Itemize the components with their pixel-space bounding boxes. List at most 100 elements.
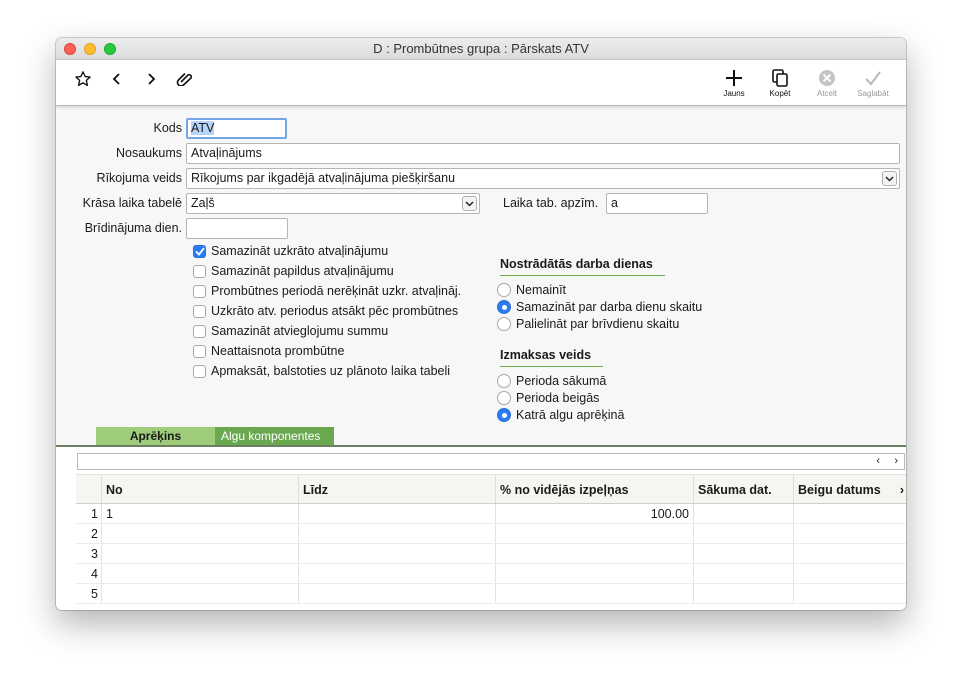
cell-lidz[interactable]: [299, 524, 496, 543]
row-number: 1: [76, 504, 102, 523]
table-row[interactable]: 4: [76, 564, 906, 584]
nostradatas-title: Nostrādātās darba dienas: [500, 257, 665, 276]
checkbox-samazinat-papildus[interactable]: Samazināt papildus atvaļinājumu: [193, 264, 394, 278]
tab-algu-komponentes[interactable]: Algu komponentes: [215, 427, 334, 446]
horizontal-scrollbar[interactable]: ‹ ›: [77, 453, 905, 470]
cell-beigu[interactable]: [794, 524, 906, 543]
radio-label: Perioda sākumā: [516, 374, 607, 388]
izmaksas-title: Izmaksas veids: [500, 348, 604, 367]
checkbox-checked-icon: [193, 244, 206, 258]
radio-perioda-sakuma[interactable]: Perioda sākumā: [497, 374, 606, 388]
cell-beigu[interactable]: [794, 564, 906, 583]
close-window-button[interactable]: [64, 43, 76, 55]
column-header-beigu[interactable]: Beigu datums ›: [794, 475, 906, 503]
cell-beigu[interactable]: [794, 584, 906, 603]
cell-no[interactable]: [102, 524, 299, 543]
checkbox-apmaksat[interactable]: Apmaksāt, balstoties uz plānoto laika ta…: [193, 364, 450, 378]
new-button[interactable]: Jauns: [714, 68, 754, 98]
radio-samazinat-darba[interactable]: Samazināt par darba dienu skaitu: [497, 300, 702, 314]
cell-lidz[interactable]: [299, 544, 496, 563]
cell-beigu[interactable]: [794, 504, 906, 523]
paperclip-icon[interactable]: [174, 68, 196, 90]
cell-pct[interactable]: 100.00: [496, 504, 694, 523]
column-header-no[interactable]: No: [102, 475, 299, 503]
cell-sakuma[interactable]: [694, 564, 794, 583]
radio-icon: [497, 283, 511, 297]
tab-content: ‹ › No Līdz % no vidējās izpeļņas Sākuma…: [56, 447, 906, 610]
cell-no[interactable]: [102, 564, 299, 583]
bridinajuma-input[interactable]: [186, 218, 288, 239]
radio-nemainit[interactable]: Nemainīt: [497, 283, 566, 297]
cancel-button[interactable]: Atcelt: [807, 68, 847, 98]
kods-input[interactable]: ATV: [186, 118, 287, 139]
radio-katra-aprekina[interactable]: Katrā algu aprēķinā: [497, 408, 624, 422]
row-number: 2: [76, 524, 102, 543]
checkbox-label: Apmaksāt, balstoties uz plānoto laika ta…: [211, 364, 451, 378]
zoom-window-button[interactable]: [104, 43, 116, 55]
cell-sakuma[interactable]: [694, 524, 794, 543]
checkbox-unchecked-icon: [193, 304, 206, 318]
checkbox-unchecked-icon: [193, 344, 206, 358]
cell-pct[interactable]: [496, 584, 694, 603]
checkbox-nerekinat[interactable]: Prombūtnes periodā nerēķināt uzkr. atvaļ…: [193, 284, 461, 298]
scroll-right-icon[interactable]: ›: [894, 455, 898, 467]
copy-button[interactable]: Kopēt: [760, 68, 800, 98]
laika-tab-input[interactable]: a: [606, 193, 708, 214]
cell-no[interactable]: 1: [102, 504, 299, 523]
checkbox-label: Samazināt papildus atvaļinājumu: [211, 264, 394, 278]
nosaukums-input[interactable]: Atvaļinājums: [186, 143, 900, 164]
radio-icon: [497, 374, 511, 388]
rikojuma-veids-select[interactable]: Rīkojums par ikgadējā atvaļinājuma piešķ…: [186, 168, 900, 189]
checkbox-samazinat-uzkrato[interactable]: Samazināt uzkrāto atvaļinājumu: [193, 244, 388, 258]
cell-lidz[interactable]: [299, 504, 496, 523]
forward-icon[interactable]: [140, 68, 162, 90]
laika-tab-label: Laika tab. apzīm.: [503, 196, 599, 210]
checkbox-neattaisnota[interactable]: Neattaisnota prombūtne: [193, 344, 344, 358]
checkbox-unchecked-icon: [193, 364, 206, 378]
cell-sakuma[interactable]: [694, 504, 794, 523]
cell-sakuma[interactable]: [694, 584, 794, 603]
radio-palielinat[interactable]: Palielināt par brīvdienu skaitu: [497, 317, 679, 331]
star-icon[interactable]: [72, 68, 94, 90]
checkbox-unchecked-icon: [193, 264, 206, 278]
krasa-value: Zaļš: [191, 196, 215, 210]
scroll-left-icon[interactable]: ‹: [876, 455, 880, 467]
cell-pct[interactable]: [496, 544, 694, 563]
table-row[interactable]: 2: [76, 524, 906, 544]
krasa-select[interactable]: Zaļš: [186, 193, 480, 214]
cell-lidz[interactable]: [299, 584, 496, 603]
table-row[interactable]: 5: [76, 584, 906, 604]
radio-selected-icon: [497, 300, 511, 314]
save-button[interactable]: Saglabāt: [853, 68, 893, 98]
traffic-lights: [64, 43, 116, 55]
back-icon[interactable]: [106, 68, 128, 90]
cell-pct[interactable]: [496, 564, 694, 583]
radio-label: Nemainīt: [516, 283, 567, 297]
checkbox-unchecked-icon: [193, 324, 206, 338]
tab-aprekins[interactable]: Aprēķins: [96, 427, 215, 446]
save-label: Saglabāt: [857, 89, 889, 98]
checkbox-atsakt[interactable]: Uzkrāto atv. periodus atsākt pēc prombūt…: [193, 304, 458, 318]
radio-icon: [497, 391, 511, 405]
cell-pct[interactable]: [496, 524, 694, 543]
plus-icon: [726, 70, 742, 86]
table-row[interactable]: 1 1 100.00: [76, 504, 906, 524]
column-header-pct[interactable]: % no vidējās izpeļņas: [496, 475, 694, 503]
row-number: 3: [76, 544, 102, 563]
table-row[interactable]: 3: [76, 544, 906, 564]
cell-sakuma[interactable]: [694, 544, 794, 563]
checkbox-label: Samazināt uzkrāto atvaļinājumu: [211, 244, 389, 258]
title-bar[interactable]: D : Prombūtnes grupa : Pārskats ATV: [56, 38, 906, 60]
cell-lidz[interactable]: [299, 564, 496, 583]
column-header-sakuma[interactable]: Sākuma dat.: [694, 475, 794, 503]
row-number-header: [76, 475, 102, 503]
column-header-lidz[interactable]: Līdz: [299, 475, 496, 503]
checkbox-atvieglojumu[interactable]: Samazināt atvieglojumu summu: [193, 324, 388, 338]
chevron-right-icon[interactable]: ›: [900, 475, 904, 503]
grid-header: No Līdz % no vidējās izpeļņas Sākuma dat…: [76, 474, 906, 504]
cell-beigu[interactable]: [794, 544, 906, 563]
radio-perioda-beigas[interactable]: Perioda beigās: [497, 391, 599, 405]
cell-no[interactable]: [102, 584, 299, 603]
cell-no[interactable]: [102, 544, 299, 563]
minimize-window-button[interactable]: [84, 43, 96, 55]
